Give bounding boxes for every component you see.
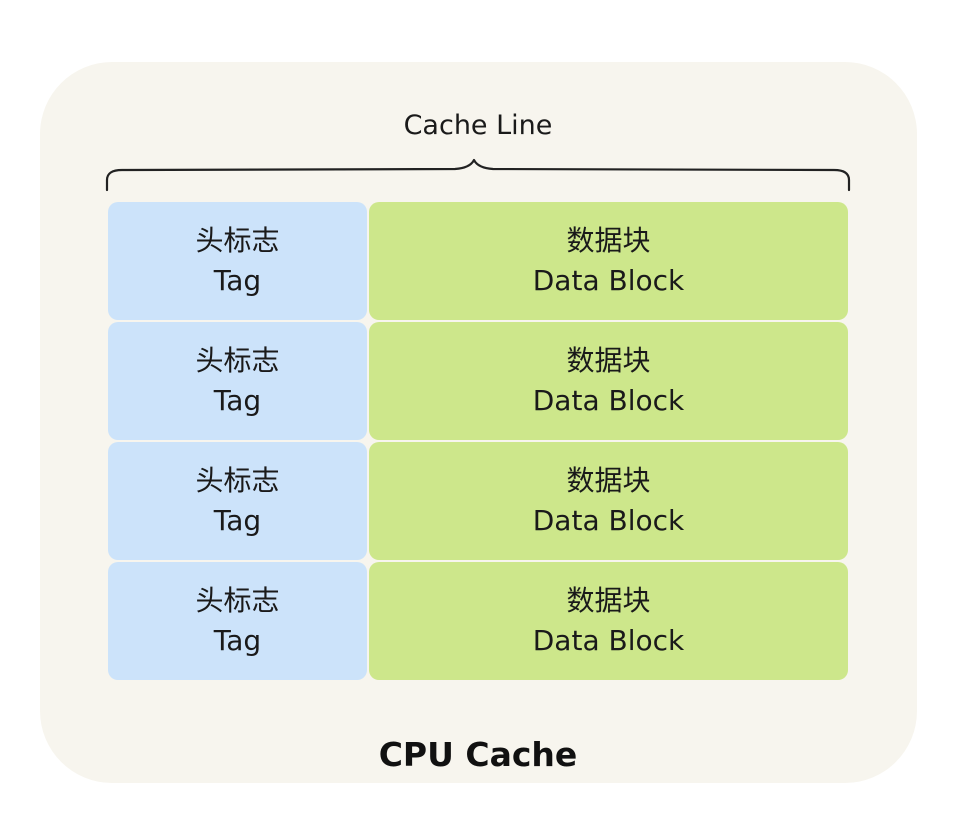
data-block-label-en: Data Block	[532, 264, 685, 297]
tag-cell: 头标志 Tag	[108, 322, 367, 440]
data-block-label-cn: 数据块	[566, 224, 651, 257]
cache-line-row-1: 头标志 Tag 数据块 Data Block	[108, 202, 848, 320]
cache-line-brace	[105, 158, 851, 192]
data-block-cell: 数据块 Data Block	[369, 202, 848, 320]
tag-label-en: Tag	[213, 384, 262, 417]
data-block-cell: 数据块 Data Block	[369, 322, 848, 440]
data-block-cell: 数据块 Data Block	[369, 442, 848, 560]
tag-cell: 头标志 Tag	[108, 202, 367, 320]
tag-label-cn: 头标志	[195, 464, 280, 497]
data-block-label-cn: 数据块	[566, 584, 651, 617]
tag-label-cn: 头标志	[195, 224, 280, 257]
data-block-label-cn: 数据块	[566, 344, 651, 377]
tag-label-en: Tag	[213, 264, 262, 297]
data-block-label-en: Data Block	[532, 384, 685, 417]
tag-label-cn: 头标志	[195, 344, 280, 377]
cache-line-row-3: 头标志 Tag 数据块 Data Block	[108, 442, 848, 560]
tag-cell: 头标志 Tag	[108, 442, 367, 560]
cache-line-row-4: 头标志 Tag 数据块 Data Block	[108, 562, 848, 680]
cache-line-row-2: 头标志 Tag 数据块 Data Block	[108, 322, 848, 440]
data-block-cell: 数据块 Data Block	[369, 562, 848, 680]
cpu-cache-title: CPU Cache	[378, 735, 578, 774]
tag-label-en: Tag	[213, 504, 262, 537]
tag-label-en: Tag	[213, 624, 262, 657]
data-block-label-en: Data Block	[532, 624, 685, 657]
tag-cell: 头标志 Tag	[108, 562, 367, 680]
tag-label-cn: 头标志	[195, 584, 280, 617]
cache-line-label: Cache Line	[403, 110, 553, 141]
data-block-label-cn: 数据块	[566, 464, 651, 497]
diagram-canvas: Cache Line 头标志 Tag 数据块 Data Block 头标志 Ta…	[0, 0, 956, 834]
data-block-label-en: Data Block	[532, 504, 685, 537]
